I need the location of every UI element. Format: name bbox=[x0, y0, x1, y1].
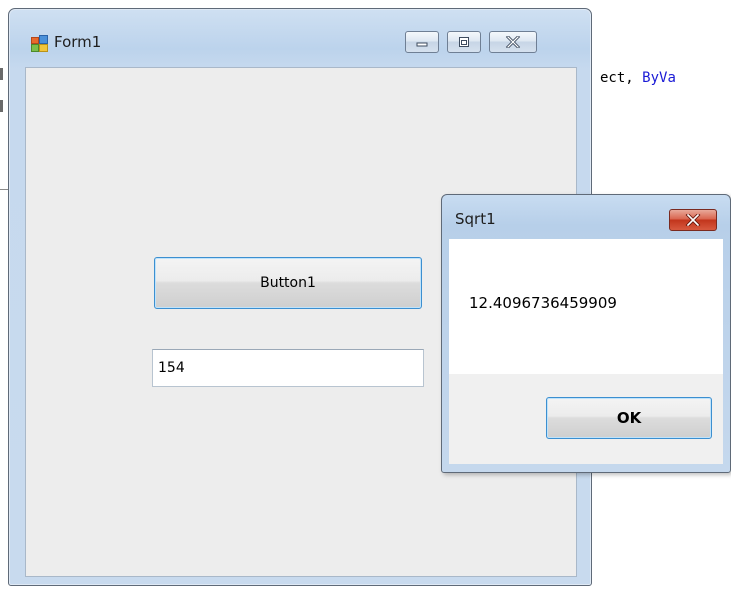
form1-title: Form1 bbox=[54, 33, 102, 51]
value-textbox[interactable] bbox=[152, 349, 424, 387]
sqrt1-message-box: Sqrt1 12.4096736459909 OK bbox=[441, 194, 731, 473]
code-keyword: ByVa bbox=[642, 70, 676, 86]
maximize-icon bbox=[459, 37, 469, 47]
ok-button[interactable]: OK bbox=[546, 397, 712, 439]
button1[interactable]: Button1 bbox=[154, 257, 422, 309]
form-app-icon bbox=[31, 35, 48, 52]
message-text: 12.4096736459909 bbox=[469, 294, 617, 312]
close-icon bbox=[505, 36, 521, 48]
message-box-close-button[interactable] bbox=[669, 209, 717, 231]
form1-titlebar[interactable]: Form1 bbox=[9, 9, 591, 67]
message-box-title: Sqrt1 bbox=[455, 210, 496, 228]
editor-margin-mark bbox=[0, 100, 3, 112]
code-line: ect, ByVa bbox=[600, 70, 676, 86]
close-button[interactable] bbox=[489, 31, 537, 53]
minimize-button[interactable] bbox=[405, 31, 439, 53]
message-box-footer: OK bbox=[449, 374, 723, 464]
message-box-body: 12.4096736459909 bbox=[449, 239, 723, 374]
editor-margin-mark bbox=[0, 68, 3, 80]
minimize-icon bbox=[416, 42, 428, 47]
close-icon bbox=[685, 214, 701, 226]
maximize-button[interactable] bbox=[447, 31, 481, 53]
code-text: ect, bbox=[600, 70, 643, 86]
